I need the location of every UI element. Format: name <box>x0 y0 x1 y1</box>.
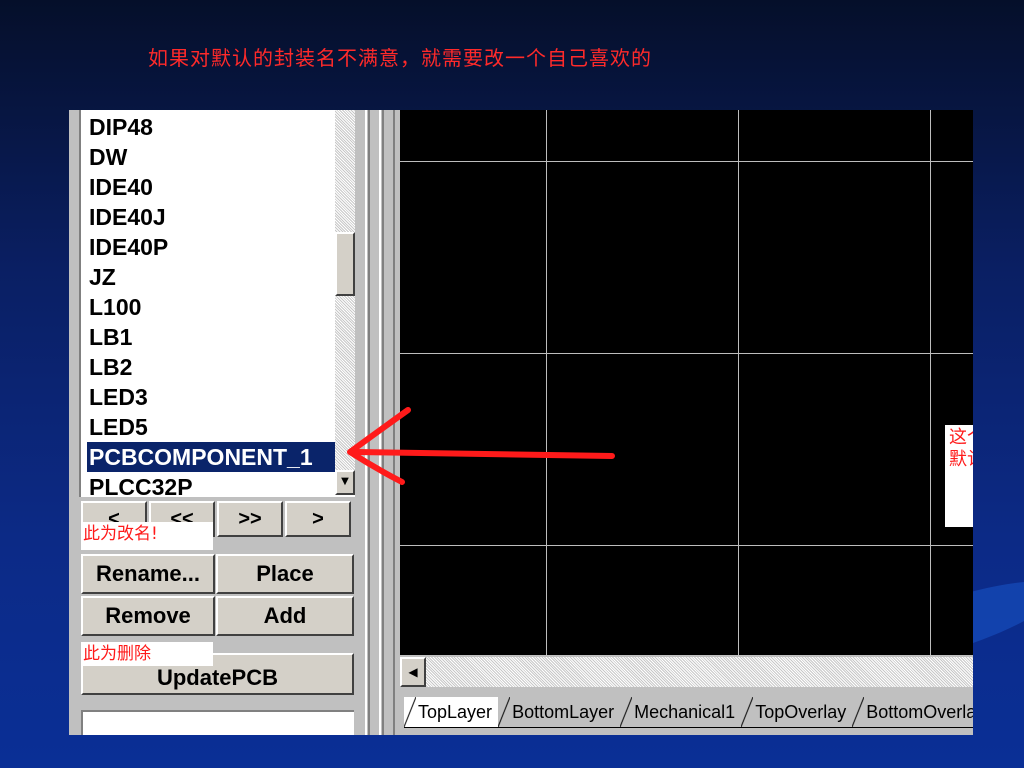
library-browser-panel: DIP48 DW IDE40 IDE40J IDE40P JZ L100 LB1 LB2 LED3… <box>69 110 369 735</box>
scroll-left-arrow-icon[interactable]: ◀ <box>400 657 426 687</box>
list-item[interactable]: L100 <box>87 292 337 322</box>
list-item[interactable]: LED3 <box>87 382 337 412</box>
nav-next-button[interactable]: >> <box>217 501 283 537</box>
list-item[interactable]: PLCC32P <box>87 472 337 497</box>
component-list[interactable]: DIP48 DW IDE40 IDE40J IDE40P JZ L100 LB1 LB2 LED3… <box>79 110 355 497</box>
list-item[interactable]: LB2 <box>87 352 337 382</box>
list-item[interactable]: IDE40J <box>87 202 337 232</box>
pcb-editor-screenshot: DIP48 DW IDE40 IDE40J IDE40P JZ L100 LB1 LB2 LED3… <box>69 110 973 735</box>
nav-last-button[interactable]: > <box>285 501 351 537</box>
list-item[interactable]: LB1 <box>87 322 337 352</box>
layer-tab[interactable]: Mechanical1 <box>620 697 742 728</box>
list-item[interactable]: DIP48 <box>87 112 337 142</box>
layer-tab[interactable]: TopLayer <box>404 697 499 728</box>
list-item[interactable]: JZ <box>87 262 337 292</box>
component-callout: 这个就是我们新建的零件封装了，它的默认名字有点怪，可以改改它。 <box>945 425 973 527</box>
remove-annotation: 此为删除 <box>81 642 213 666</box>
scroll-down-arrow-icon[interactable]: ▼ <box>335 470 355 495</box>
panel-splitter[interactable] <box>361 110 397 735</box>
layer-tab[interactable]: BottomOverlay <box>852 697 973 728</box>
slide-title: 如果对默认的封装名不满意，就需要改一个自己喜欢的 <box>148 46 652 70</box>
list-item[interactable]: LED5 <box>87 412 337 442</box>
layer-tab[interactable]: TopOverlay <box>741 697 853 728</box>
list-item[interactable]: IDE40 <box>87 172 337 202</box>
place-button[interactable]: Place <box>216 554 354 594</box>
layer-tabs: TopLayer BottomLayer Mechanical1 TopOverlay… <box>404 697 973 728</box>
canvas-horizontal-scrollbar[interactable]: ◀ <box>400 657 973 687</box>
layer-tab[interactable]: BottomLayer <box>498 697 621 728</box>
component-list-items: DIP48 DW IDE40 IDE40J IDE40P JZ L100 LB1 LB2 LED3… <box>87 112 337 497</box>
rename-annotation: 此为改名! <box>81 522 213 550</box>
list-scroll-thumb[interactable] <box>335 232 355 296</box>
pcb-design-canvas[interactable]: 这个就是我们新建的零件封装了，它的默认名字有点怪，可以改改它。 <box>400 110 973 655</box>
list-vertical-scrollbar[interactable]: ▼ <box>335 110 355 495</box>
layer-tab-strip: TopLayer BottomLayer Mechanical1 TopOverlay… <box>400 687 973 735</box>
list-item[interactable]: IDE40P <box>87 232 337 262</box>
list-item[interactable]: PCBCOMPONENT_1 <box>87 442 337 472</box>
component-info-field[interactable] <box>81 710 354 735</box>
remove-button[interactable]: Remove <box>81 596 215 636</box>
rename-button[interactable]: Rename... <box>81 554 215 594</box>
add-button[interactable]: Add <box>216 596 354 636</box>
list-item[interactable]: DW <box>87 142 337 172</box>
